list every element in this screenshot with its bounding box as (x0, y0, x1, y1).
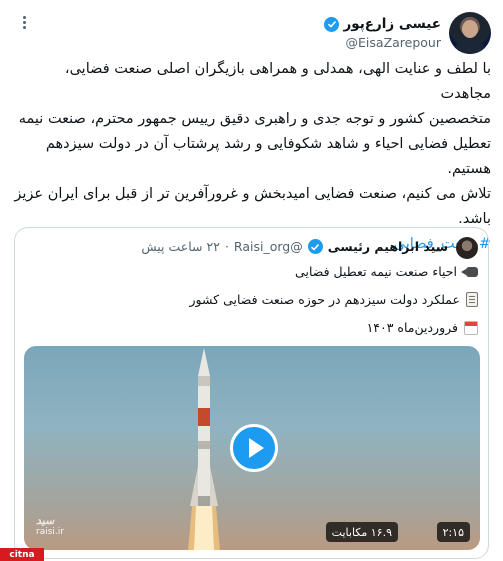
clipboard-icon (466, 292, 478, 307)
tweet-line: با لطف و عنایت الهی، همدلی و همراهی بازی… (64, 61, 491, 102)
rocket-image (188, 348, 220, 550)
verified-icon (324, 16, 340, 32)
verified-icon (307, 239, 323, 254)
author-name-row[interactable]: عیسی زارع‌پور (324, 16, 441, 32)
tweet-card: عیسی زارع‌پور @EisaZarepour با لطف و عنا… (0, 0, 503, 561)
site-logo: citna (0, 548, 44, 561)
video-size-badge: ۱۶.۹ مکابایت (325, 522, 398, 542)
quote-handle[interactable]: @Raisi_org (234, 239, 303, 254)
more-icon[interactable] (14, 12, 34, 32)
author-handle[interactable]: @EisaZarepour (324, 35, 441, 50)
play-icon[interactable] (230, 424, 278, 472)
quote-bullet: احیاء صنعت نیمه تعطیل فضایی (295, 264, 478, 279)
quote-bullet: عملکرد دولت سیزدهم در حوزه صنعت فضایی کش… (190, 292, 478, 307)
quote-bullet: فروردین‌ماه ۱۴۰۳ (367, 320, 478, 335)
quote-time: ۲۲ ساعت پیش (141, 239, 220, 254)
tweet-line: تلاش می کنیم، صنعت فضایی امیدبخش و غرورآ… (14, 186, 491, 202)
quote-author-name[interactable]: سید ابراهیم رئیسی (328, 239, 448, 254)
video-duration-badge: ۲:۱۵ (436, 522, 470, 542)
tweet-line: متخصصین کشور و توجه جدی و راهبری دقیق ری… (18, 111, 491, 127)
author-name[interactable]: عیسی زارع‌پور (343, 16, 441, 32)
calendar-icon (464, 320, 478, 335)
quoted-tweet[interactable]: سید ابراهیم رئیسی @Raisi_org · ۲۲ ساعت پ… (14, 227, 489, 559)
quote-header: سید ابراهیم رئیسی @Raisi_org · ۲۲ ساعت پ… (141, 239, 448, 254)
tweet-line: هستیم. (447, 161, 491, 177)
author-block: عیسی زارع‌پور @EisaZarepour (324, 13, 441, 50)
quote-avatar[interactable] (456, 237, 478, 259)
camera-icon (461, 266, 478, 277)
tweet-line: تعطیل فضایی احیاء و شاهد شکوفایی و رشد پ… (45, 136, 491, 152)
video-watermark: سید raisi.ir (36, 514, 64, 537)
author-avatar[interactable] (449, 12, 491, 54)
video-player[interactable]: سید raisi.ir ۱۶.۹ مکابایت ۲:۱۵ (24, 346, 480, 550)
